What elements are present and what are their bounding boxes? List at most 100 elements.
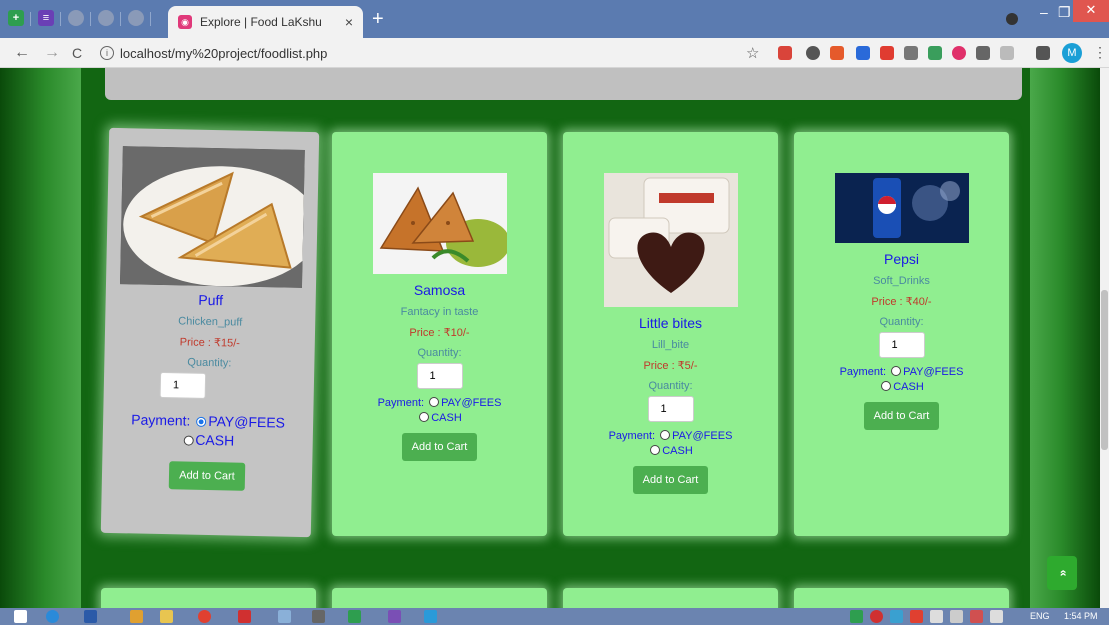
tray-icon[interactable] xyxy=(870,610,883,623)
pinned-tab-icon[interactable] xyxy=(68,10,84,26)
add-to-cart-button[interactable]: Add to Cart xyxy=(632,466,709,494)
pay-fees-radio[interactable] xyxy=(891,366,902,376)
taskbar-app-icon[interactable] xyxy=(348,610,361,623)
pinned-tab-icon[interactable] xyxy=(128,10,144,26)
extension-icon[interactable] xyxy=(856,46,870,60)
taskbar-app-icon[interactable] xyxy=(46,610,59,623)
tab-separator xyxy=(90,12,91,26)
pay-fees-label: PAY@FEES xyxy=(903,366,964,378)
right-gradient-border xyxy=(1030,68,1100,608)
pinned-tab-icon[interactable]: + xyxy=(8,10,24,26)
tray-icon[interactable] xyxy=(950,610,963,623)
taskbar-app-icon[interactable] xyxy=(160,610,173,623)
extension-icon[interactable] xyxy=(952,46,966,60)
payment-row: Payment: PAY@FEES xyxy=(332,397,547,409)
cash-label: CASH xyxy=(431,412,462,424)
back-button[interactable]: ← xyxy=(14,44,30,62)
taskbar-app-icon[interactable] xyxy=(130,610,143,623)
food-card-next-row xyxy=(332,588,547,608)
quantity-input[interactable] xyxy=(647,396,694,422)
taskbar-app-icon[interactable] xyxy=(198,610,211,623)
pepsi-image xyxy=(834,173,969,243)
cash-radio[interactable] xyxy=(183,435,194,446)
chevron-double-up-icon: » xyxy=(1055,569,1069,577)
tab-separator xyxy=(120,12,121,26)
restore-button[interactable]: ❐ xyxy=(1058,4,1071,21)
tab-explore[interactable]: ◉ Explore | Food LaKshu × xyxy=(168,6,363,38)
pinned-tab-icon[interactable] xyxy=(98,10,114,26)
pepsi-picture-icon xyxy=(834,173,969,243)
taskbar-app-icon[interactable] xyxy=(312,610,325,623)
samosa-picture-icon xyxy=(372,173,507,274)
pay-fees-label: PAY@FEES xyxy=(672,430,733,442)
extension-icon[interactable] xyxy=(806,46,820,60)
taskbar-app-icon[interactable] xyxy=(84,610,97,623)
language-indicator[interactable]: ENG xyxy=(1030,611,1050,621)
food-card-puff: Puff Chicken_puff Price : ₹15/- Quantity… xyxy=(100,127,320,538)
clock[interactable]: 1:54 PM xyxy=(1064,611,1098,621)
food-card-next-row xyxy=(563,588,778,608)
browser-tabbar: + ≡ ◉ Explore | Food LaKshu × + – ❐ ✕ xyxy=(0,0,1109,38)
close-window-button[interactable]: ✕ xyxy=(1073,0,1109,22)
profile-icon[interactable] xyxy=(1006,13,1018,25)
browser-menu-icon[interactable]: ⋮ xyxy=(1093,44,1107,61)
extension-icon[interactable] xyxy=(1000,46,1014,60)
browser-toolbar: ← → C i localhost/my%20project/foodlist.… xyxy=(0,38,1109,68)
add-to-cart-button[interactable]: Add to Cart xyxy=(168,461,246,491)
tray-icon[interactable] xyxy=(850,610,863,623)
extension-icon[interactable] xyxy=(880,46,894,60)
cash-radio[interactable] xyxy=(419,412,430,422)
start-icon[interactable] xyxy=(14,610,27,623)
tray-icon[interactable] xyxy=(910,610,923,623)
bookmark-star-icon[interactable]: ☆ xyxy=(746,44,759,62)
add-to-cart-button[interactable]: Add to Cart xyxy=(863,402,940,430)
scroll-to-top-button[interactable]: » xyxy=(1047,556,1077,590)
cash-row: CASH xyxy=(794,381,1009,393)
profile-avatar[interactable]: M xyxy=(1062,43,1082,63)
left-gradient-border xyxy=(0,68,81,608)
food-category: Fantacy in taste xyxy=(400,306,479,318)
address-bar[interactable]: i localhost/my%20project/foodlist.php xyxy=(100,42,760,64)
add-to-cart-button[interactable]: Add to Cart xyxy=(401,433,478,461)
url-text: localhost/my%20project/foodlist.php xyxy=(120,45,328,61)
cash-radio[interactable] xyxy=(881,381,892,391)
tray-icon[interactable] xyxy=(890,610,903,623)
extension-icon[interactable] xyxy=(904,46,918,60)
extension-icon[interactable] xyxy=(830,46,844,60)
taskbar-app-icon[interactable] xyxy=(278,610,291,623)
food-category: Lill_bite xyxy=(651,339,690,351)
extension-icon[interactable] xyxy=(778,46,792,60)
extensions-puzzle-icon[interactable] xyxy=(1036,46,1050,60)
quantity-input[interactable] xyxy=(878,332,925,358)
food-name: Little bites xyxy=(638,315,703,331)
cash-radio[interactable] xyxy=(650,445,661,455)
new-tab-button[interactable]: + xyxy=(372,8,384,31)
taskbar-app-icon[interactable] xyxy=(424,610,437,623)
pay-fees-radio[interactable] xyxy=(429,397,440,407)
minimize-button[interactable]: – xyxy=(1040,4,1048,20)
volume-icon[interactable] xyxy=(990,610,1003,623)
quantity-input[interactable] xyxy=(159,371,207,399)
quantity-input[interactable] xyxy=(416,363,463,389)
payment-row: Payment: PAY@FEES xyxy=(794,366,1009,378)
pinned-tab-icon[interactable]: ≡ xyxy=(38,10,54,26)
site-info-icon[interactable]: i xyxy=(100,46,114,60)
food-card-next-row xyxy=(794,588,1009,608)
quantity-label: Quantity: xyxy=(417,347,462,359)
taskbar-app-icon[interactable] xyxy=(388,610,401,623)
tray-icon[interactable] xyxy=(930,610,943,623)
payment-row: Payment: PAY@FEES xyxy=(563,430,778,442)
payment-label: Payment: xyxy=(608,430,656,442)
forward-button[interactable]: → xyxy=(44,44,60,62)
pay-fees-radio[interactable] xyxy=(660,430,671,440)
tray-icon[interactable] xyxy=(970,610,983,623)
extension-icon[interactable] xyxy=(928,46,942,60)
close-tab-icon[interactable]: × xyxy=(345,14,353,30)
payment-label: Payment: xyxy=(131,411,191,429)
pay-fees-radio[interactable] xyxy=(196,416,207,427)
pay-fees-label: PAY@FEES xyxy=(441,397,502,409)
reload-button[interactable]: C xyxy=(72,45,82,61)
scrollbar-thumb[interactable] xyxy=(1101,290,1108,450)
extension-icon[interactable] xyxy=(976,46,990,60)
taskbar-app-icon[interactable] xyxy=(238,610,251,623)
